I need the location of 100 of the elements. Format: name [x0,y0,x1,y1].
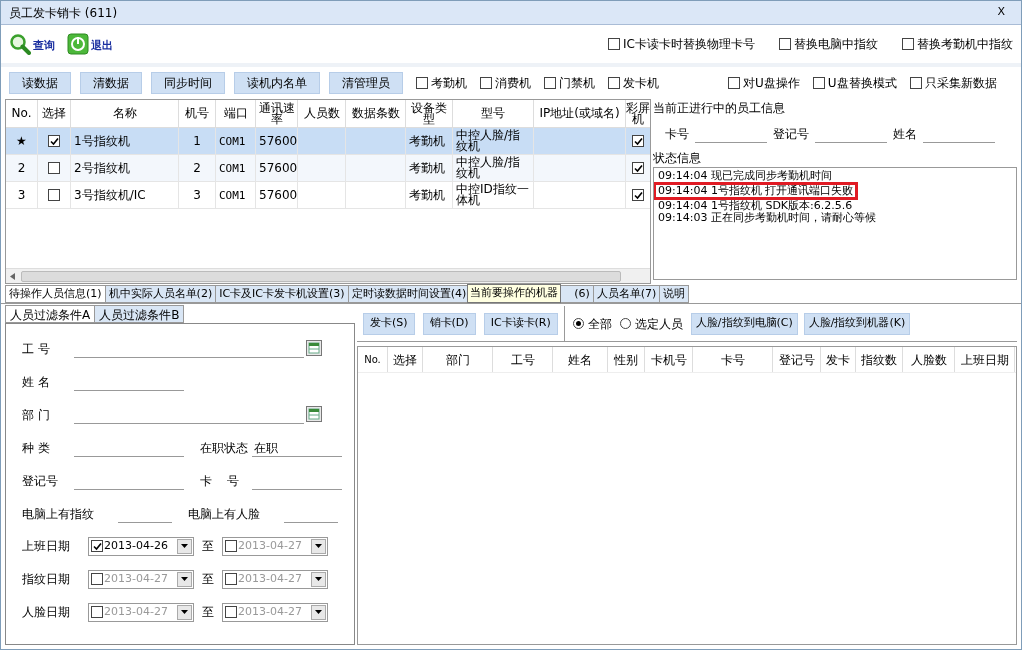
table-cell: 57600 [259,162,298,174]
checkbox-label[interactable]: 只采集新数据 [924,74,997,92]
checkbox[interactable] [608,38,621,50]
radio-label[interactable]: 全部 [587,314,612,333]
checkbox[interactable] [902,38,914,50]
checkbox[interactable] [48,135,60,147]
checkbox-label[interactable]: 消费机 [495,74,531,92]
field-label: 登记号 [22,473,59,490]
toolbar-button[interactable]: 读机内名单 [234,72,320,94]
tab[interactable]: 人员过滤条件B [94,305,185,323]
toolbar-button[interactable]: 读数据 [9,72,71,94]
field-label: 卡号 [665,126,689,143]
checkbox-label[interactable]: 发卡机 [623,74,659,92]
toolbar-link[interactable]: 退出 [91,37,113,55]
column-header: 选择 [388,347,423,372]
power-icon[interactable] [67,33,89,55]
table-icon[interactable] [306,406,322,422]
checkbox[interactable] [48,162,60,174]
checkbox[interactable] [909,77,922,89]
table-cell: 2 [17,162,26,174]
close-button[interactable]: X [989,4,1013,21]
column-header: No. [6,100,38,127]
checkbox-label[interactable]: 对U盘操作 [743,74,800,92]
search-icon[interactable] [9,33,31,55]
date-picker[interactable]: 2013-04-26 [88,536,194,556]
tab[interactable]: 人员过滤条件A [5,305,96,323]
toolbar-button[interactable]: 销卡(D) [422,312,476,335]
checkbox[interactable] [632,162,644,174]
column-header: 型号 [453,100,534,127]
table-cell: COM1 [219,135,246,147]
tab[interactable]: 待操作人员信息(1) [5,285,106,303]
table-cell: 3 [193,189,201,201]
radio-label[interactable]: 选定人员 [634,314,683,333]
checkbox[interactable] [91,573,103,585]
checkbox[interactable] [91,606,103,618]
radio-button[interactable] [619,318,631,329]
checkbox-label[interactable]: IC卡读卡时替换物理卡号 [623,35,755,53]
table-cell: 2号指纹机 [74,162,130,174]
tab[interactable]: IC卡及IC卡发卡机设置(3) [215,285,349,303]
checkbox[interactable] [632,189,644,201]
checkbox-label[interactable]: U盘替换模式 [827,74,897,92]
table-cell: COM1 [219,162,246,174]
checkbox[interactable] [91,540,103,552]
column-header: 姓名 [553,347,608,372]
scroll-left-icon[interactable] [10,272,15,280]
range-separator: 至 [202,571,214,588]
toolbar-link[interactable]: 查询 [33,37,55,55]
tab[interactable]: 说明 [659,285,690,303]
column-header: No. [358,347,388,372]
checkbox[interactable] [416,77,428,89]
field-label: 姓 名 [22,374,51,391]
checkbox[interactable] [544,77,556,89]
table-cell: 考勤机 [409,162,445,174]
table-cell: 考勤机 [409,189,445,201]
toolbar-button[interactable]: 清数据 [80,72,142,94]
checkbox[interactable] [225,540,237,552]
table-cell: 57600 [259,189,298,201]
field-label: 人脸日期 [22,604,71,621]
field-label: 登记号 [773,126,809,143]
column-header: 数据条数 [346,100,406,127]
checkbox[interactable] [480,77,492,89]
table-cell: 3 [17,189,26,201]
tab[interactable]: 人员名单(7) [592,285,661,303]
column-header: 登记号 [773,347,821,372]
radio-button[interactable] [572,318,584,329]
table-icon[interactable] [306,340,322,356]
range-separator: 至 [202,538,214,555]
log-line: 09:14:03 正在同步考勤机时间，请耐心等候 [657,212,877,224]
checkbox[interactable] [728,77,740,89]
column-header: 卡号 [693,347,773,372]
toolbar-button[interactable]: 同步时间 [151,72,225,94]
checkbox[interactable] [225,573,237,585]
toolbar-button[interactable]: 人脸/指纹到电脑(C) [690,312,798,335]
checkbox-label[interactable]: 门禁机 [559,74,595,92]
checkbox[interactable] [225,606,237,618]
checkbox-label[interactable]: 替换考勤机中指纹 [917,35,1013,53]
checkbox-label[interactable]: 考勤机 [431,74,467,92]
field-label: 部 门 [22,407,51,424]
field-label: 上班日期 [22,538,71,555]
tab[interactable]: 机中实际人员名单(2) [104,285,217,303]
range-separator: 至 [202,604,214,621]
log-line: 09:14:04 1号指纹机 SDK版本:6.2.5.6 [657,200,854,212]
toolbar-button[interactable]: 清管理员 [329,72,403,94]
toolbar-button[interactable]: IC卡读卡(R) [483,312,558,335]
column-header: 选择 [38,100,71,127]
checkbox-label[interactable]: 替换电脑中指纹 [794,35,878,53]
checkbox[interactable] [812,77,825,89]
checkbox[interactable] [779,38,791,50]
checkbox[interactable] [608,77,620,89]
checkbox[interactable] [632,135,644,147]
checkbox[interactable] [48,189,60,201]
table-cell: 1号指纹机 [74,135,130,147]
horizontal-scrollbar[interactable] [6,268,650,283]
column-header: 发卡 [821,347,856,372]
column-header: 机号 [179,100,216,127]
column-header: 人脸数 [903,347,955,372]
toolbar-button[interactable]: 发卡(S) [363,312,415,335]
input-field[interactable]: 在职 [252,439,342,457]
column-header: 指纹数 [856,347,903,372]
toolbar-button[interactable]: 人脸/指纹到机器(K) [803,312,911,335]
